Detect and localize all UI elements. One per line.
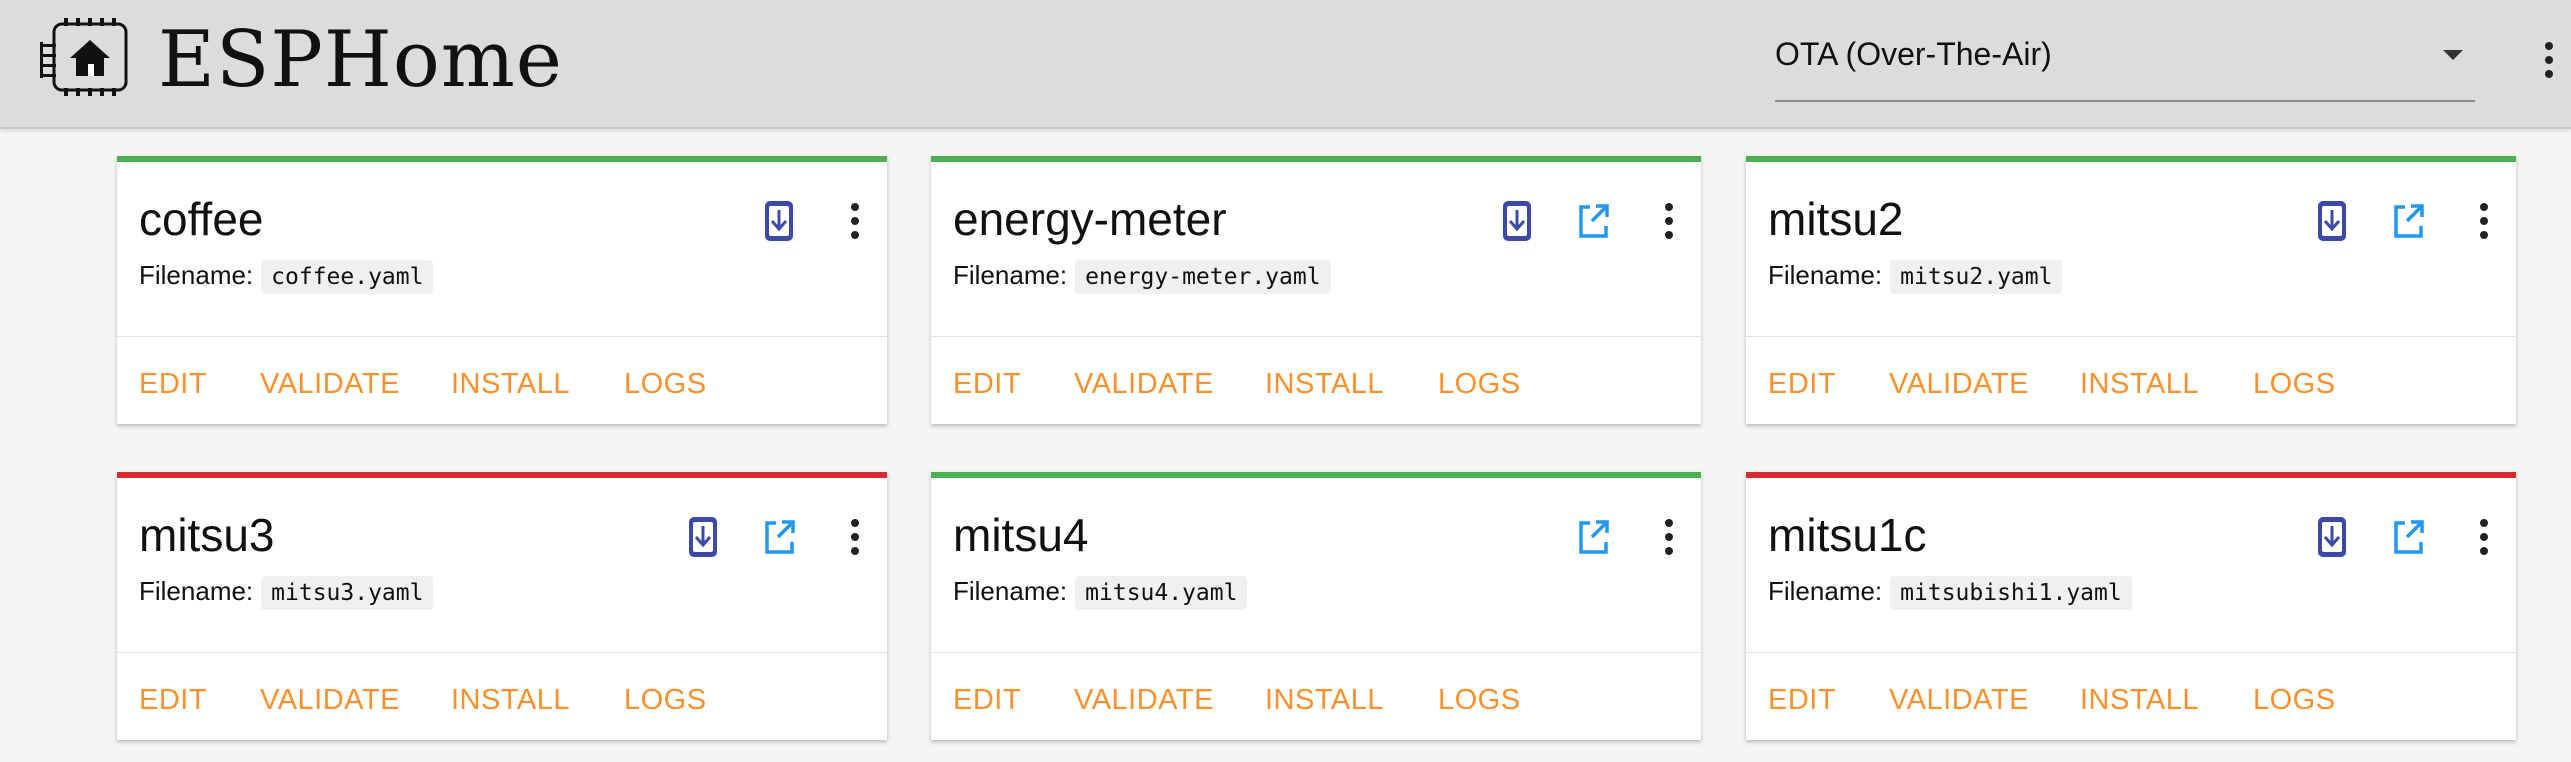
device-name: mitsu3 bbox=[139, 509, 275, 561]
card-divider bbox=[117, 336, 887, 337]
device-card: mitsu2 Filename: mitsu2.yaml EDIT VALIDATE IN… bbox=[1746, 156, 2516, 424]
filename-value: mitsu4.yaml bbox=[1075, 576, 1248, 610]
device-name: energy-meter bbox=[953, 193, 1227, 245]
edit-button[interactable]: EDIT bbox=[139, 368, 207, 401]
logs-button[interactable]: LOGS bbox=[624, 368, 707, 401]
download-icon[interactable] bbox=[2312, 514, 2352, 560]
card-divider bbox=[1746, 336, 2516, 337]
filename-label: Filename: bbox=[953, 260, 1068, 290]
download-icon[interactable] bbox=[2312, 198, 2352, 244]
validate-button[interactable]: VALIDATE bbox=[1889, 368, 2029, 401]
install-button[interactable]: INSTALL bbox=[1265, 368, 1384, 401]
device-card: mitsu3 Filename: mitsu3.yaml EDIT VALIDATE IN… bbox=[117, 472, 887, 740]
install-button[interactable]: INSTALL bbox=[2080, 368, 2199, 401]
download-icon[interactable] bbox=[759, 198, 799, 244]
device-filename: Filename: coffee.yaml bbox=[139, 260, 434, 294]
card-divider bbox=[1746, 652, 2516, 653]
logs-button[interactable]: LOGS bbox=[1438, 368, 1521, 401]
edit-button[interactable]: EDIT bbox=[139, 684, 207, 717]
edit-button[interactable]: EDIT bbox=[953, 368, 1021, 401]
validate-button[interactable]: VALIDATE bbox=[260, 684, 400, 717]
filename-value: mitsubishi1.yaml bbox=[1890, 576, 2132, 610]
open-in-new-icon[interactable] bbox=[1573, 514, 1613, 560]
device-filename: Filename: mitsubishi1.yaml bbox=[1768, 576, 2132, 610]
device-filename: Filename: energy-meter.yaml bbox=[953, 260, 1331, 294]
filename-label: Filename: bbox=[139, 260, 254, 290]
filename-value: coffee.yaml bbox=[261, 260, 434, 294]
filename-value: energy-meter.yaml bbox=[1075, 260, 1331, 294]
edit-button[interactable]: EDIT bbox=[1768, 368, 1836, 401]
validate-button[interactable]: VALIDATE bbox=[1889, 684, 2029, 717]
esphome-logo-icon bbox=[40, 18, 128, 96]
more-vert-icon[interactable] bbox=[2474, 198, 2494, 244]
install-button[interactable]: INSTALL bbox=[451, 368, 570, 401]
filename-value: mitsu2.yaml bbox=[1890, 260, 2063, 294]
logs-button[interactable]: LOGS bbox=[2253, 684, 2336, 717]
download-icon[interactable] bbox=[1497, 198, 1537, 244]
filename-label: Filename: bbox=[139, 576, 254, 606]
more-vert-icon[interactable] bbox=[2538, 40, 2560, 80]
more-vert-icon[interactable] bbox=[845, 198, 865, 244]
more-vert-icon[interactable] bbox=[845, 514, 865, 560]
open-in-new-icon[interactable] bbox=[1573, 198, 1613, 244]
device-filename: Filename: mitsu4.yaml bbox=[953, 576, 1248, 610]
validate-button[interactable]: VALIDATE bbox=[1074, 684, 1214, 717]
device-name: mitsu4 bbox=[953, 509, 1089, 561]
device-card: mitsu4 Filename: mitsu4.yaml EDIT VALIDATE IN… bbox=[931, 472, 1701, 740]
validate-button[interactable]: VALIDATE bbox=[1074, 368, 1214, 401]
open-in-new-icon[interactable] bbox=[2388, 198, 2428, 244]
more-vert-icon[interactable] bbox=[1659, 198, 1679, 244]
open-in-new-icon[interactable] bbox=[759, 514, 799, 560]
open-in-new-icon[interactable] bbox=[2388, 514, 2428, 560]
logs-button[interactable]: LOGS bbox=[624, 684, 707, 717]
logs-button[interactable]: LOGS bbox=[1438, 684, 1521, 717]
device-filename: Filename: mitsu2.yaml bbox=[1768, 260, 2063, 294]
filename-label: Filename: bbox=[953, 576, 1068, 606]
dropdown-caret-icon bbox=[2443, 50, 2463, 60]
app-title: ESPHome bbox=[158, 15, 563, 105]
download-icon[interactable] bbox=[683, 514, 723, 560]
top-app-bar: ESPHome OTA (Over-The-Air) bbox=[0, 0, 2571, 129]
device-name: coffee bbox=[139, 193, 264, 245]
card-divider bbox=[931, 652, 1701, 653]
ota-mode-select[interactable]: OTA (Over-The-Air) bbox=[1775, 22, 2475, 102]
edit-button[interactable]: EDIT bbox=[1768, 684, 1836, 717]
logs-button[interactable]: LOGS bbox=[2253, 368, 2336, 401]
more-vert-icon[interactable] bbox=[2474, 514, 2494, 560]
device-card: energy-meter Filename: energy-meter.yaml ED… bbox=[931, 156, 1701, 424]
install-button[interactable]: INSTALL bbox=[451, 684, 570, 717]
filename-value: mitsu3.yaml bbox=[261, 576, 434, 610]
more-vert-icon[interactable] bbox=[1659, 514, 1679, 560]
device-name: mitsu2 bbox=[1768, 193, 1904, 245]
device-name: mitsu1c bbox=[1768, 509, 1927, 561]
device-filename: Filename: mitsu3.yaml bbox=[139, 576, 434, 610]
filename-label: Filename: bbox=[1768, 260, 1883, 290]
install-button[interactable]: INSTALL bbox=[2080, 684, 2199, 717]
card-divider bbox=[117, 652, 887, 653]
edit-button[interactable]: EDIT bbox=[953, 684, 1021, 717]
device-card: mitsu1c Filename: mitsubishi1.yaml EDIT VALI… bbox=[1746, 472, 2516, 740]
ota-mode-value: OTA (Over-The-Air) bbox=[1775, 36, 2052, 72]
validate-button[interactable]: VALIDATE bbox=[260, 368, 400, 401]
install-button[interactable]: INSTALL bbox=[1265, 684, 1384, 717]
device-card: coffee Filename: coffee.yaml EDIT VALIDATE IN… bbox=[117, 156, 887, 424]
card-divider bbox=[931, 336, 1701, 337]
filename-label: Filename: bbox=[1768, 576, 1883, 606]
